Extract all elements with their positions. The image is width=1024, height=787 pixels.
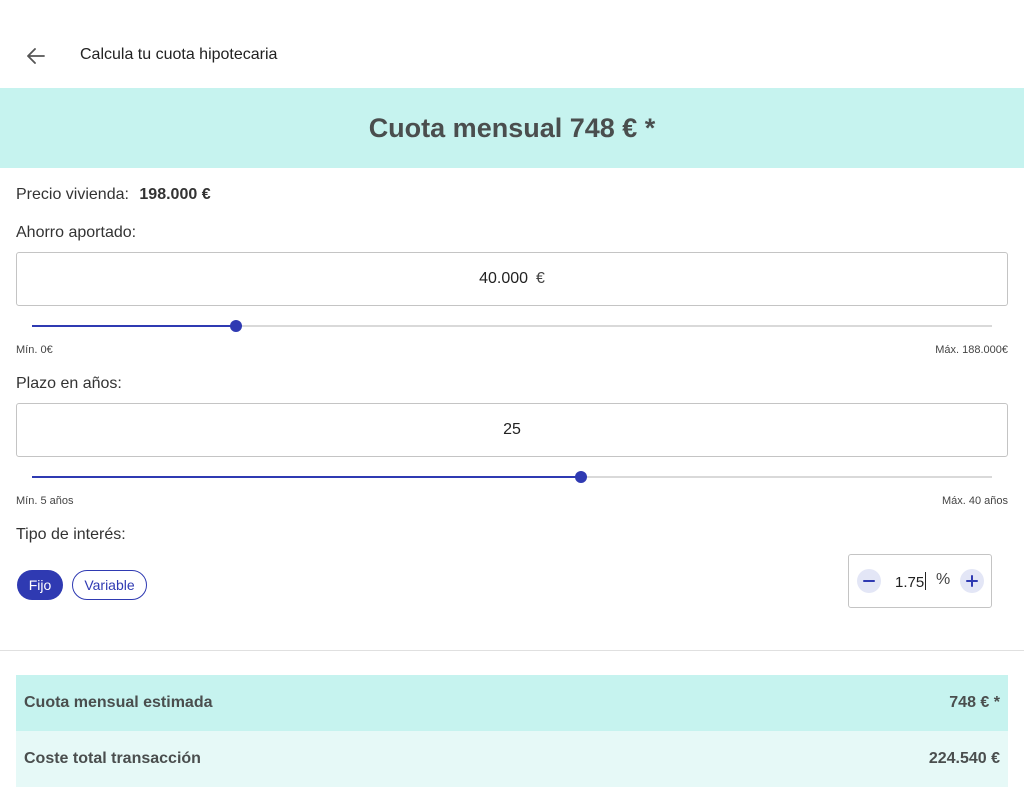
text-cursor	[925, 572, 927, 590]
term-min-label: Mín. 5 años	[16, 495, 74, 507]
term-label: Plazo en años:	[16, 375, 122, 392]
summary-row-value: 224.540 €	[928, 750, 1000, 767]
term-max-label: Máx. 40 años	[941, 495, 1008, 507]
summary-row-label: Coste total transacción	[24, 750, 201, 767]
savings-slider-thumb[interactable]	[230, 320, 243, 332]
interest-variable-chip[interactable]: Variable	[72, 570, 147, 600]
interest-type-label: Tipo de interés:	[16, 526, 126, 543]
house-price-row: Precio vivienda: 198.000 €	[16, 186, 211, 204]
back-button[interactable]	[20, 40, 52, 72]
term-slider-track	[32, 476, 581, 478]
term-slider-thumb[interactable]	[574, 471, 587, 483]
increment-button[interactable]	[960, 569, 984, 593]
savings-input-unit: €	[536, 270, 545, 287]
interest-rate-stepper[interactable]: 1.75 %	[848, 554, 992, 608]
summary-row-monthly: Cuota mensual estimada 748 € *	[16, 675, 1008, 731]
minus-icon	[863, 580, 875, 582]
monthly-fee-banner: Cuota mensual 748 € *	[0, 88, 1024, 168]
term-input[interactable]: 25	[16, 403, 1008, 457]
interest-fixed-chip[interactable]: Fijo	[17, 570, 63, 600]
interest-rate-field[interactable]: 1.75	[895, 572, 927, 591]
savings-input[interactable]: 40.000 €	[16, 252, 1008, 306]
house-price-label: Precio vivienda:	[16, 186, 129, 203]
savings-min-label: Mín. 0€	[16, 344, 53, 356]
interest-rate-value: 1.75	[895, 574, 925, 591]
savings-label: Ahorro aportado:	[16, 224, 137, 241]
savings-max-label: Máx. 188.000€	[935, 344, 1008, 356]
savings-slider-track	[32, 325, 237, 327]
summary-row-label: Cuota mensual estimada	[24, 694, 213, 711]
top-app-bar: Calcula tu cuota hipotecaria	[0, 0, 1024, 88]
summary-row-total-cost: Coste total transacción 224.540 €	[16, 731, 1008, 787]
plus-icon	[966, 575, 978, 587]
monthly-fee-banner-text: Cuota mensual 748 € *	[368, 112, 656, 143]
decrement-button[interactable]	[857, 569, 881, 593]
savings-slider[interactable]	[32, 319, 992, 333]
section-divider	[0, 650, 1024, 651]
term-slider[interactable]	[32, 470, 992, 484]
savings-input-value: 40.000	[479, 270, 529, 287]
page-title: Calcula tu cuota hipotecaria	[80, 46, 278, 63]
arrow-left-icon	[27, 48, 45, 64]
term-input-value: 25	[503, 421, 521, 438]
interest-rate-unit: %	[936, 571, 951, 588]
house-price-value: 198.000 €	[139, 186, 211, 203]
summary-row-value: 748 € *	[949, 694, 1000, 711]
